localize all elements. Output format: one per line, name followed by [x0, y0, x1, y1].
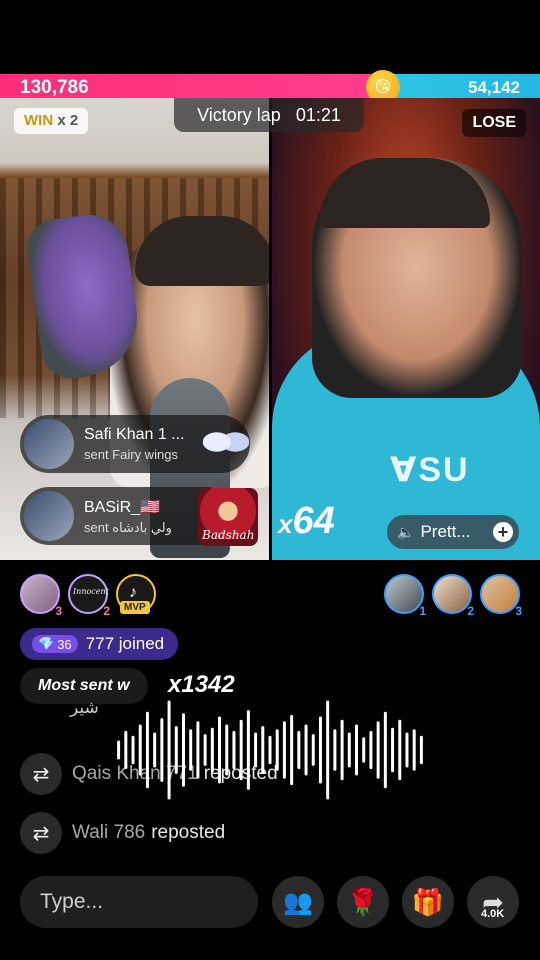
gift-button[interactable]: 🎁: [402, 876, 454, 928]
right-host-video[interactable]: ꓯSU: [272, 98, 540, 560]
right-score: 54,142: [468, 78, 520, 97]
repost-icon: ⇄: [20, 812, 62, 854]
share-count: 4.0K: [481, 908, 505, 920]
rose-gift-button[interactable]: 🌹: [337, 876, 389, 928]
share-button[interactable]: ➦: [467, 876, 519, 928]
viewer-rank: 2: [103, 604, 110, 618]
combo-count: 64: [292, 500, 335, 542]
most-sent-count: x1342: [168, 671, 235, 698]
diamond-icon: 💎: [38, 636, 55, 651]
mvp-badge: MVP: [120, 601, 150, 614]
comment-input[interactable]: Type...: [20, 876, 258, 928]
badshah-gift-text: Badshah: [202, 528, 255, 542]
left-host-hair: [135, 216, 269, 286]
battle-timer: Victory lap 01:21: [174, 98, 364, 132]
avatar[interactable]: [24, 491, 74, 541]
gift-sender-name: BASiR_🇺🇸: [84, 498, 160, 516]
gift-description: sent ولي بادشاه: [84, 519, 172, 535]
rose-icon: 🌹: [346, 886, 380, 917]
partial-comment: شير: [70, 698, 99, 717]
viewer-rank: 3: [55, 604, 62, 618]
left-score: 130,786: [20, 77, 89, 98]
avatar[interactable]: [24, 419, 74, 469]
viewer-avatar-text: Innocent: [73, 587, 109, 596]
win-badge: WIN x 2: [14, 108, 89, 134]
joined-text: 777 joined: [85, 634, 165, 653]
top-viewer-avatar[interactable]: 2: [432, 574, 474, 618]
viewer-rank: 1: [419, 604, 426, 618]
invite-users-button[interactable]: 👥: [272, 876, 324, 928]
top-viewer-avatar[interactable]: 3: [480, 574, 522, 618]
add-song-icon[interactable]: +: [493, 522, 513, 542]
top-viewer-avatar[interactable]: 1: [384, 574, 426, 618]
lose-badge: LOSE: [462, 109, 526, 137]
users-icon: 👥: [283, 888, 313, 916]
gem-count: 36: [57, 636, 72, 652]
shirt-print: ꓯSU: [390, 451, 470, 489]
gift-combo-multiplier: x64: [278, 500, 335, 542]
gift-icon: 🎁: [411, 886, 445, 917]
top-viewer-avatar[interactable]: Innocent 2: [68, 574, 110, 618]
repost-icon: ⇄: [20, 753, 62, 795]
comment-user[interactable]: Wali 786: [72, 822, 145, 844]
fairy-wings-gift-icon: [203, 420, 249, 464]
audio-waveform: [117, 700, 423, 800]
top-viewer-avatar[interactable]: 3: [20, 574, 62, 618]
song-pill[interactable]: 🔈 Prett... +: [387, 515, 519, 549]
speaker-muted-icon: 🔈: [397, 523, 415, 540]
gift-description: sent Fairy wings: [84, 447, 178, 462]
music-note-icon: ♪: [129, 584, 137, 601]
timer-label: Victory lap: [197, 105, 281, 125]
viewer-rank: 3: [515, 604, 522, 618]
gem-badge: 💎 36: [32, 635, 78, 653]
repost-comment: ⇄ Wali 786 reposted: [20, 812, 225, 854]
comment-action: reposted: [151, 822, 226, 843]
win-label: WIN: [24, 112, 54, 129]
song-label: Prett...: [420, 522, 471, 541]
viewer-rank: 2: [467, 604, 474, 618]
win-multiplier: x 2: [57, 112, 79, 129]
timer-value: 01:21: [295, 105, 341, 125]
gift-sender-name: Safi Khan 1 ...: [84, 426, 185, 443]
joined-banner[interactable]: 💎 36 777 joined: [20, 628, 179, 660]
